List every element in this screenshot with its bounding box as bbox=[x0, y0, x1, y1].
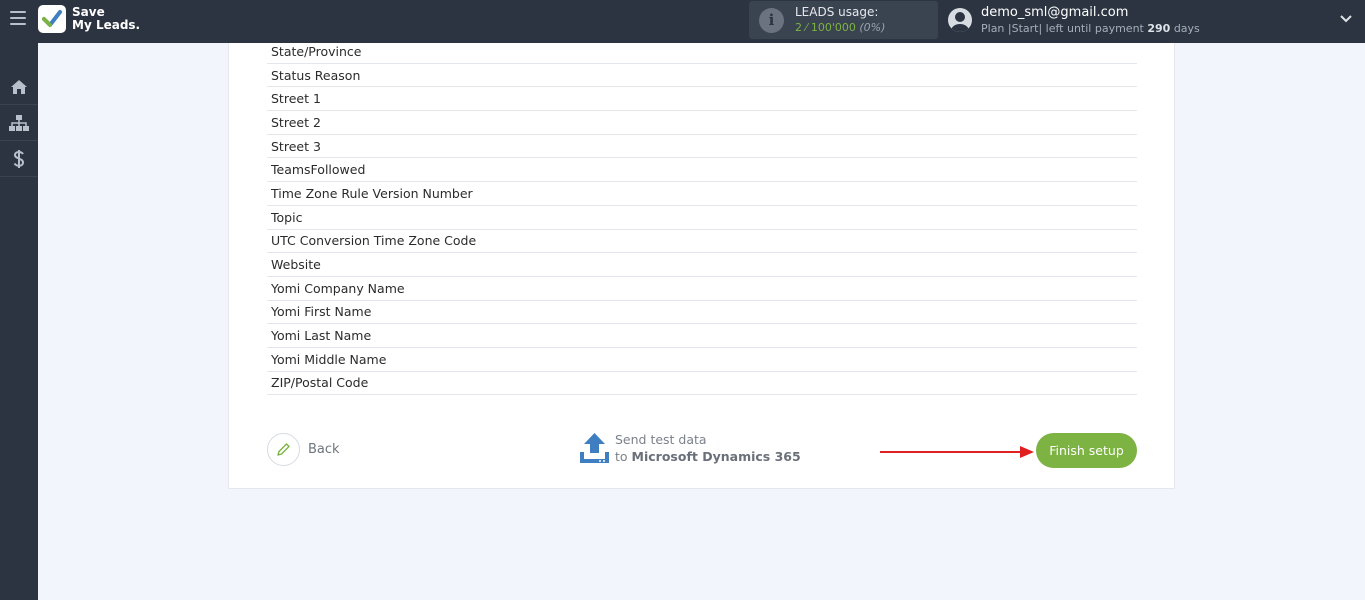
top-bar: Save My Leads. i LEADS usage: 2 ⁄ 100'00… bbox=[0, 0, 1365, 43]
field-row: ZIP/Postal Code bbox=[267, 372, 1137, 396]
menu-icon[interactable] bbox=[10, 11, 26, 27]
finish-setup-button[interactable]: Finish setup bbox=[1036, 433, 1137, 468]
field-list: State/Province Status Reason Street 1 Stree… bbox=[267, 40, 1137, 396]
field-row: Yomi First Name bbox=[267, 301, 1137, 325]
field-row: Street 1 bbox=[267, 87, 1137, 112]
field-row: UTC Conversion Time Zone Code bbox=[267, 230, 1137, 254]
pencil-icon bbox=[277, 443, 290, 456]
usage-percent: (0%) bbox=[859, 21, 886, 34]
sitemap-icon bbox=[9, 114, 29, 131]
info-icon: i bbox=[759, 8, 784, 33]
plan-prefix: Plan |Start| left until payment bbox=[981, 22, 1144, 35]
send-test-data-button[interactable]: Send test data to Microsoft Dynamics 365 bbox=[579, 431, 801, 465]
field-row: Street 3 bbox=[267, 135, 1137, 159]
field-row: State/Province bbox=[267, 40, 1137, 64]
red-arrow-annotation bbox=[880, 446, 1034, 458]
field-row: Street 2 bbox=[267, 111, 1137, 135]
chevron-down-icon[interactable] bbox=[1340, 13, 1352, 25]
home-icon bbox=[11, 79, 27, 94]
field-row: Time Zone Rule Version Number bbox=[267, 182, 1137, 206]
setup-card: State/Province Status Reason Street 1 Stree… bbox=[228, 43, 1175, 489]
plan-info: Plan |Start| left until payment 290 days bbox=[981, 22, 1200, 35]
field-row: Status Reason bbox=[267, 64, 1137, 88]
send-line2-prefix: to bbox=[615, 449, 628, 464]
logo-line2: My Leads. bbox=[72, 18, 141, 32]
avatar bbox=[948, 8, 972, 32]
field-row: TeamsFollowed bbox=[267, 158, 1137, 183]
field-row: Topic bbox=[267, 206, 1137, 230]
back-circle bbox=[267, 433, 300, 466]
sidebar bbox=[0, 43, 38, 600]
back-button[interactable]: Back bbox=[267, 433, 340, 466]
plan-days: 290 bbox=[1147, 22, 1171, 35]
sidebar-item-connections[interactable] bbox=[0, 105, 38, 141]
sidebar-item-home[interactable] bbox=[0, 69, 38, 105]
field-row: Yomi Last Name bbox=[267, 324, 1137, 348]
send-line2: to Microsoft Dynamics 365 bbox=[615, 448, 801, 465]
send-target: Microsoft Dynamics 365 bbox=[631, 449, 801, 464]
leads-usage-panel[interactable]: i LEADS usage: 2 ⁄ 100'000 (0%) bbox=[749, 1, 938, 39]
field-row: Website bbox=[267, 253, 1137, 277]
back-label: Back bbox=[308, 442, 340, 457]
sidebar-item-billing[interactable] bbox=[0, 141, 38, 177]
plan-suffix: days bbox=[1173, 22, 1200, 35]
upload-icon bbox=[580, 432, 609, 463]
account-email: demo_sml@gmail.com bbox=[981, 5, 1129, 20]
send-text: Send test data to Microsoft Dynamics 365 bbox=[615, 431, 801, 465]
field-row: Yomi Middle Name bbox=[267, 348, 1137, 372]
logo-check-icon bbox=[38, 5, 66, 33]
usage-label: LEADS usage: bbox=[795, 5, 879, 19]
logo-text: Save My Leads. bbox=[72, 6, 140, 32]
usage-count: 2 ⁄ 100'000 bbox=[795, 21, 856, 34]
dollar-icon bbox=[13, 149, 25, 168]
logo[interactable]: Save My Leads. bbox=[38, 5, 140, 33]
send-line1: Send test data bbox=[615, 432, 707, 447]
usage-value: 2 ⁄ 100'000 (0%) bbox=[795, 21, 885, 34]
field-row: Yomi Company Name bbox=[267, 277, 1137, 301]
